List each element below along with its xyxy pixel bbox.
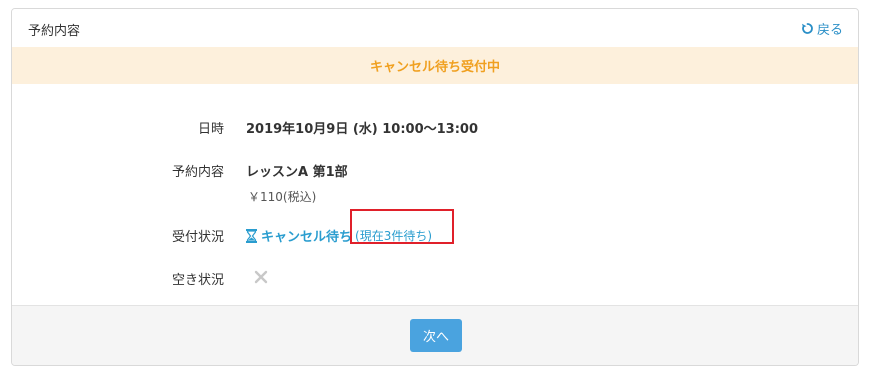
price-value: ￥110(税込) xyxy=(248,190,317,204)
cancel-wait-label: キャンセル待ち xyxy=(261,230,353,245)
availability-label: 空き状況 xyxy=(171,273,224,288)
back-link-label: 戻る xyxy=(816,23,843,38)
panel-title: 予約内容 xyxy=(28,24,81,39)
panel-header: 予約内容 戻る xyxy=(12,9,858,47)
reservation-value: レッスンA 第1部 xyxy=(246,165,348,180)
details-area: 日時 2019年10月9日 (水) 10:00〜13:00 予約内容 レッスンA… xyxy=(12,84,858,307)
status-banner-text: キャンセル待ち受付中 xyxy=(369,60,500,75)
datetime-value: 2019年10月9日 (水) 10:00〜13:00 xyxy=(246,122,479,137)
reservation-label: 予約内容 xyxy=(171,165,224,180)
status-banner: キャンセル待ち受付中 xyxy=(12,47,858,84)
back-link[interactable]: 戻る xyxy=(801,19,843,38)
close-icon xyxy=(254,270,268,284)
undo-arrow-icon xyxy=(801,23,813,34)
reservation-panel: 予約内容 戻る キャンセル待ち受付中 日時 2019年10月9日 (水) 10:… xyxy=(11,8,859,366)
datetime-label: 日時 xyxy=(197,122,224,137)
reception-status-label: 受付状況 xyxy=(171,230,224,245)
next-button[interactable]: 次へ xyxy=(410,319,462,352)
hourglass-icon xyxy=(246,228,257,243)
highlight-box xyxy=(350,209,454,244)
panel-footer: 次へ xyxy=(12,305,858,365)
